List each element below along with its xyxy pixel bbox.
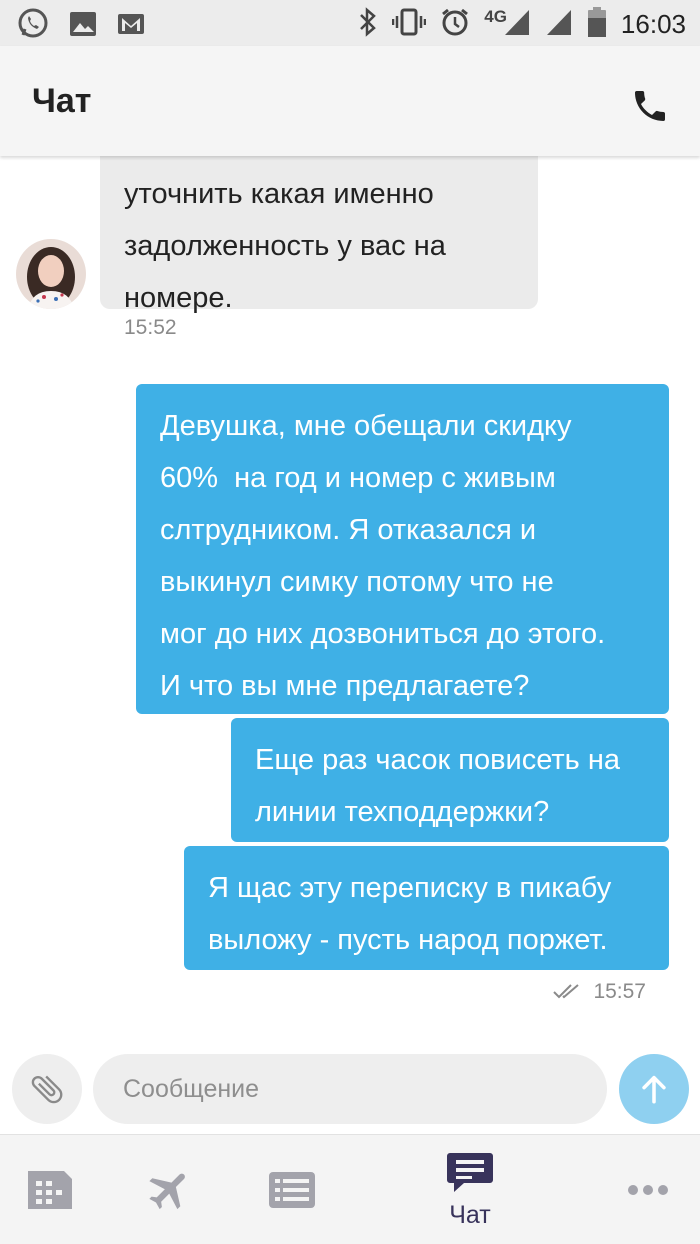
message-list[interactable]: уточнить какая именно задолженность у ва… bbox=[0, 156, 700, 1036]
nav-item-label: Чат bbox=[449, 1200, 491, 1229]
dashboard-icon bbox=[28, 1171, 72, 1209]
message-input[interactable] bbox=[93, 1054, 607, 1124]
vibrate-icon bbox=[391, 7, 427, 42]
nav-item-more[interactable] bbox=[618, 1135, 678, 1244]
message-line: линии техподдержки? bbox=[255, 796, 550, 828]
list-icon bbox=[269, 1172, 315, 1208]
battery-icon bbox=[587, 6, 607, 43]
clock: 16:03 bbox=[620, 9, 686, 39]
gmail-icon bbox=[116, 9, 146, 44]
page-title: Чат bbox=[32, 82, 92, 120]
incoming-message: уточнить какая именно задолженность у ва… bbox=[100, 156, 538, 314]
chat-screen: 4G 16:03 Чат уточнить какая именно задол… bbox=[0, 0, 700, 1244]
message-line: выложу - пусть народ поржет. bbox=[208, 924, 608, 956]
avatar[interactable] bbox=[16, 239, 86, 309]
network-type: 4G bbox=[484, 6, 507, 26]
outgoing-message: Еще раз часок повисеть на линии техподде… bbox=[231, 718, 669, 842]
call-button[interactable] bbox=[630, 86, 670, 126]
message-time: 15:52 bbox=[124, 316, 177, 339]
message-line: И что вы мне предлагаете? bbox=[160, 670, 530, 702]
message-line: мог до них дозвониться до этого. bbox=[160, 618, 606, 650]
viber-icon bbox=[16, 7, 50, 46]
message-line: Девушка, мне обещали скидку bbox=[160, 410, 572, 442]
message-line: 60% на год и номер с живым bbox=[160, 462, 556, 494]
message-line: слтрудником. Я отказался и bbox=[160, 514, 537, 546]
bottom-nav: Чат bbox=[0, 1134, 700, 1244]
message-line: Еще раз часок повисеть на bbox=[255, 744, 620, 776]
signal-icon bbox=[503, 7, 531, 42]
message-status: 15:57 bbox=[553, 980, 646, 1004]
paperclip-icon bbox=[31, 1075, 63, 1104]
arrow-up-icon bbox=[642, 1075, 666, 1104]
app-header: Чат bbox=[0, 46, 700, 156]
airplane-icon bbox=[149, 1173, 185, 1210]
message-line: выкинул симку потому что не bbox=[160, 566, 554, 598]
outgoing-message: Девушка, мне обещали скидку 60% на год и… bbox=[136, 384, 669, 714]
alarm-icon bbox=[440, 7, 470, 42]
message-time: 15:57 bbox=[593, 980, 646, 1003]
chat-icon bbox=[447, 1152, 493, 1192]
outgoing-message: Я щас эту переписку в пикабу выложу - пу… bbox=[184, 846, 669, 970]
nav-item-dashboard[interactable] bbox=[20, 1135, 80, 1244]
double-check-icon bbox=[553, 984, 580, 999]
message-line: уточнить какая именно bbox=[124, 178, 434, 210]
message-line: Я щас эту переписку в пикабу bbox=[208, 872, 612, 904]
nav-item-chat[interactable]: Чат bbox=[420, 1135, 520, 1244]
phone-icon bbox=[635, 91, 665, 121]
nav-item-roaming[interactable] bbox=[140, 1135, 200, 1244]
message-line: номере. bbox=[124, 282, 233, 314]
send-button[interactable] bbox=[619, 1054, 689, 1124]
status-bar: 4G 16:03 bbox=[0, 0, 700, 46]
image-icon bbox=[68, 9, 98, 44]
bluetooth-icon bbox=[358, 7, 378, 42]
signal-icon bbox=[545, 7, 573, 42]
message-line: задолженность у вас на bbox=[124, 230, 446, 262]
more-icon bbox=[628, 1185, 668, 1195]
nav-item-services[interactable] bbox=[262, 1135, 322, 1244]
attach-button[interactable] bbox=[12, 1054, 82, 1124]
